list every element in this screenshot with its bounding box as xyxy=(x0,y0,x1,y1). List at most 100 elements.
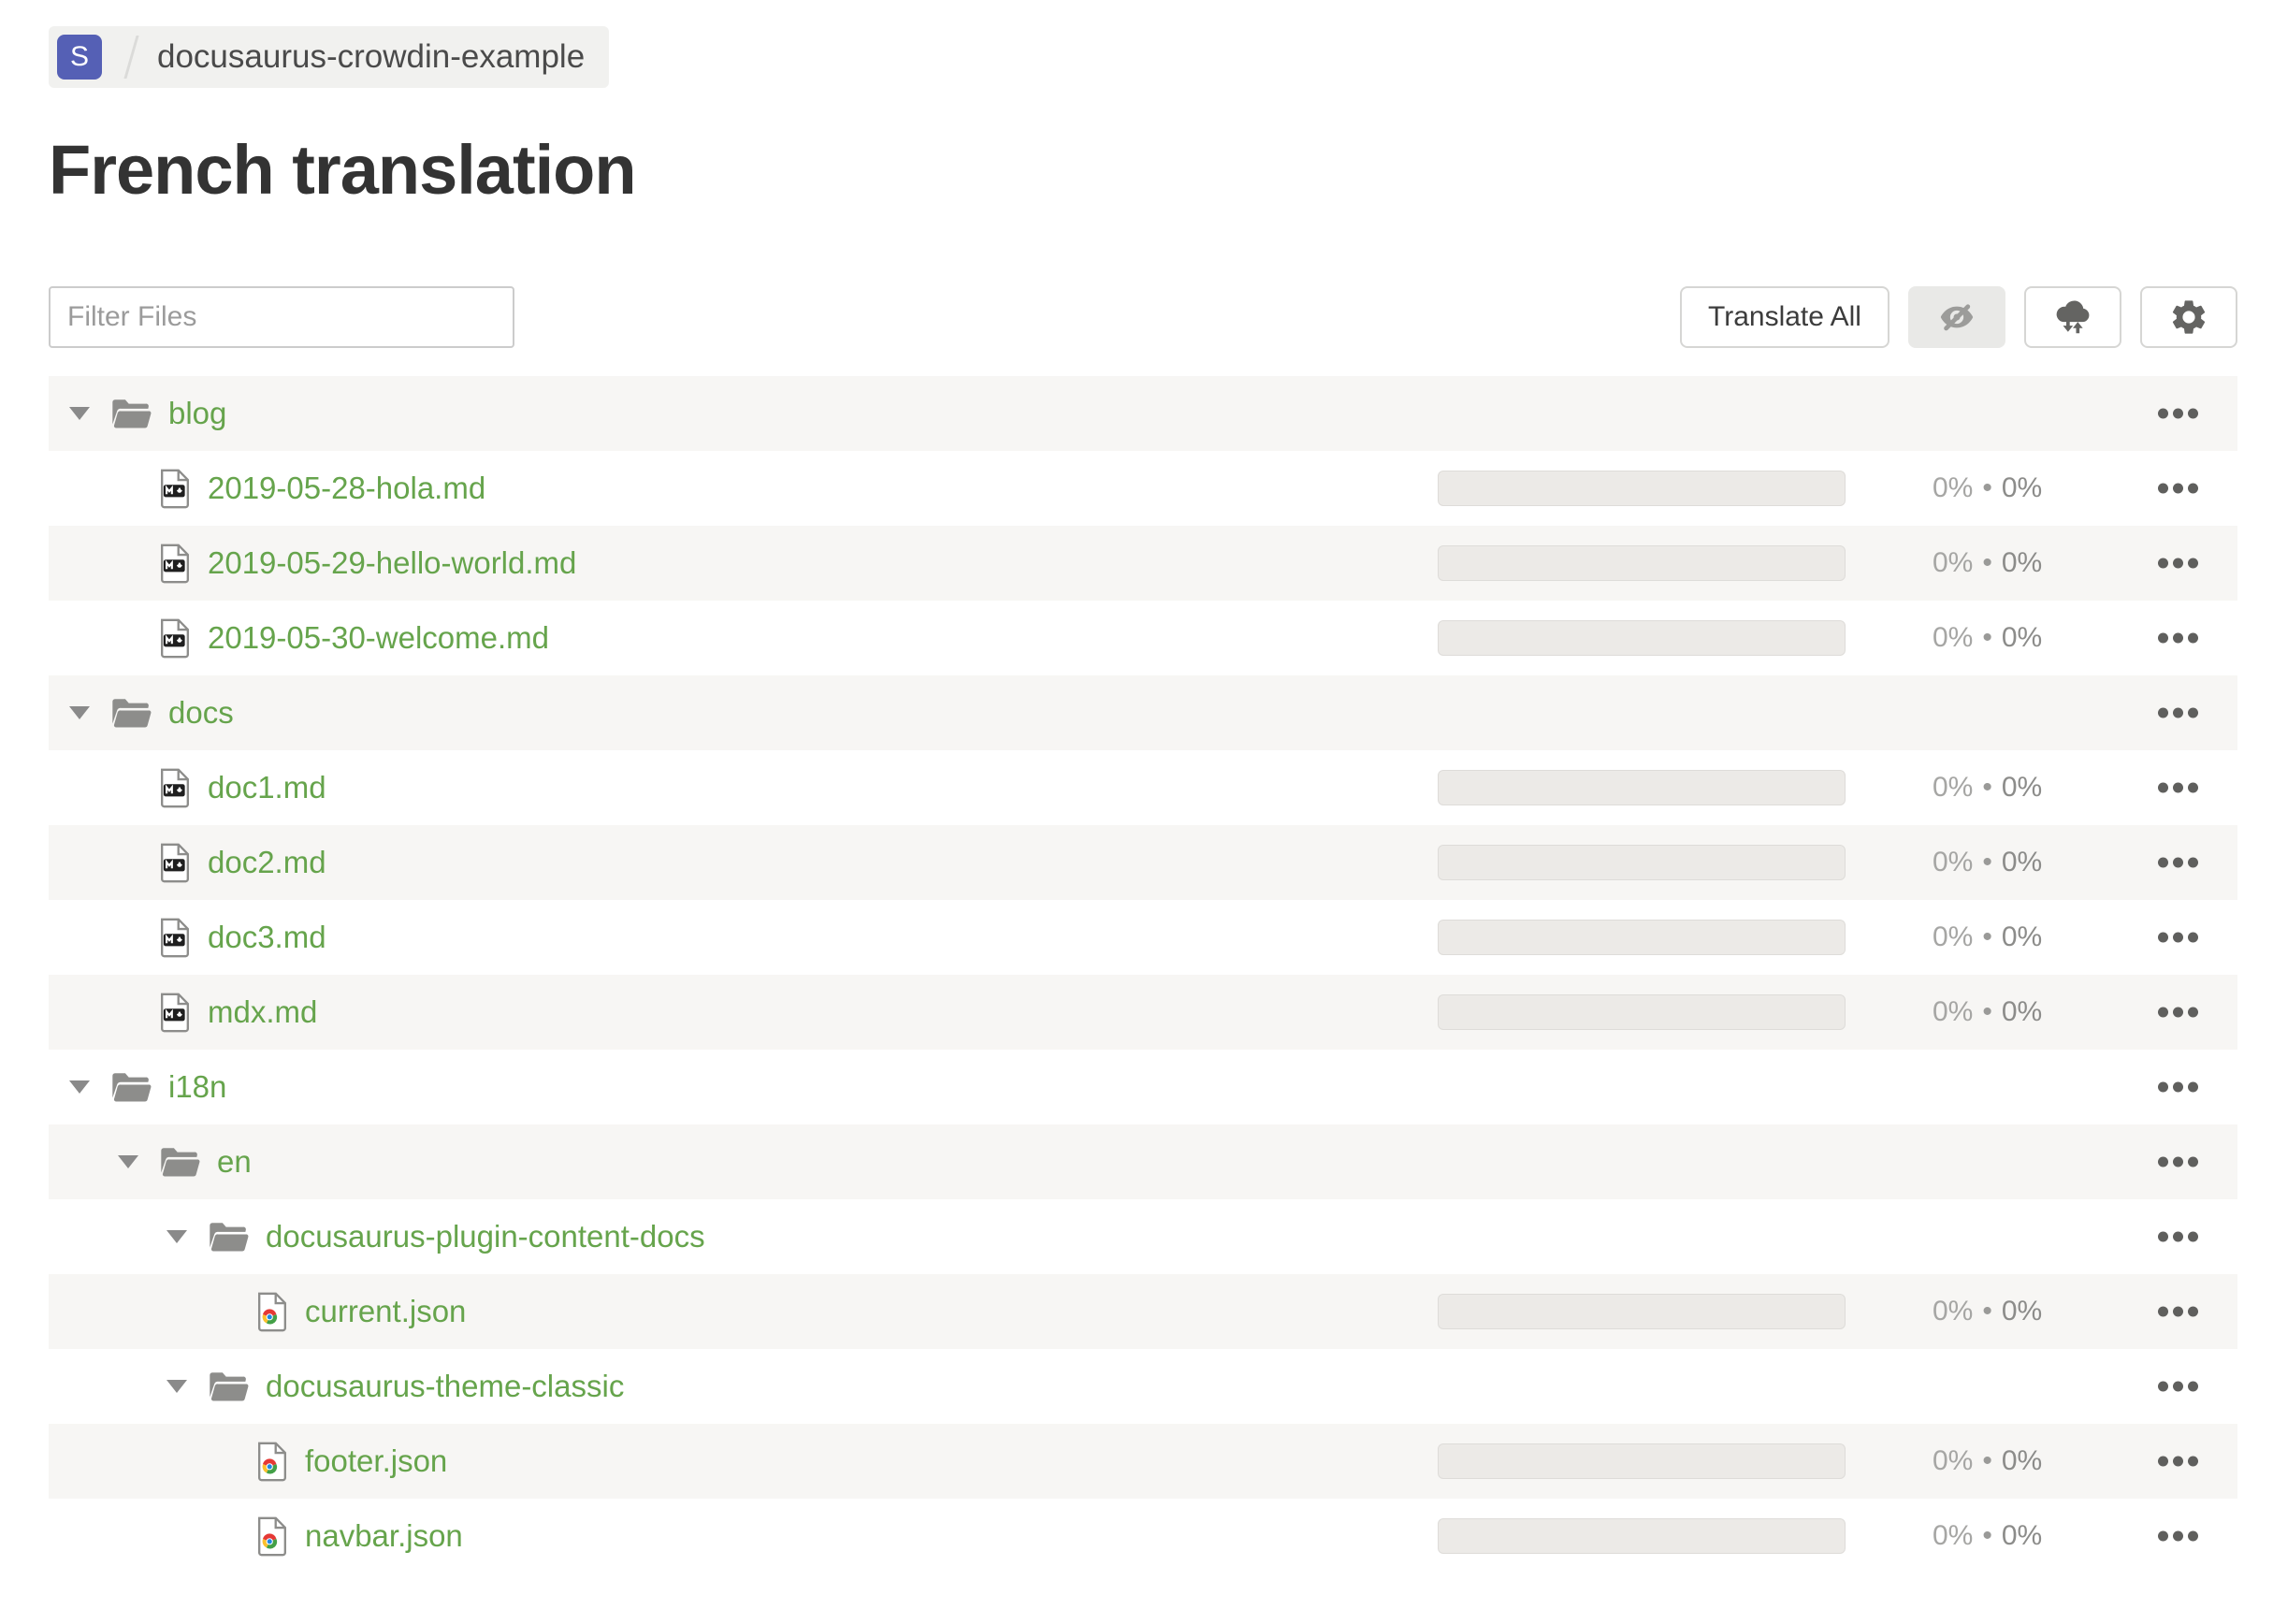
ellipsis-menu-icon[interactable] xyxy=(2158,703,2198,724)
ellipsis-menu-icon[interactable] xyxy=(2158,1451,2198,1472)
json-file-icon xyxy=(256,1516,288,1557)
tree-row-file[interactable]: current.json 0% • 0% xyxy=(49,1274,2237,1350)
ellipsis-menu-icon[interactable] xyxy=(2158,1301,2198,1323)
tree-row-folder[interactable]: blog xyxy=(49,376,2237,452)
tree-row-folder[interactable]: docusaurus-plugin-content-docs xyxy=(49,1199,2237,1274)
file-name-link[interactable]: navbar.json xyxy=(305,1518,463,1554)
progress-bar xyxy=(1438,994,1846,1031)
progress-bar xyxy=(1438,1443,1846,1480)
triangle-down-icon[interactable] xyxy=(166,1230,187,1244)
eye-off-icon xyxy=(1936,297,1977,338)
markdown-file-icon xyxy=(159,843,191,883)
tree-row-folder[interactable]: docs xyxy=(49,675,2237,751)
approved-percent: 0% xyxy=(2001,847,2043,878)
tree-row-file[interactable]: navbar.json 0% • 0% xyxy=(49,1499,2237,1573)
markdown-file-icon xyxy=(159,469,191,509)
tree-row-file[interactable]: footer.json 0% • 0% xyxy=(49,1424,2237,1500)
file-name-link[interactable]: 2019-05-28-hola.md xyxy=(208,471,485,506)
percent-separator: • xyxy=(1982,921,1992,953)
tree-row-folder[interactable]: i18n xyxy=(49,1050,2237,1124)
file-name-link[interactable]: doc2.md xyxy=(208,845,326,880)
breadcrumb: S docusaurus-crowdin-example xyxy=(49,26,610,88)
file-name-link[interactable]: mdx.md xyxy=(208,994,317,1030)
file-name-link[interactable]: doc1.md xyxy=(208,770,326,805)
folder-name-link[interactable]: i18n xyxy=(168,1069,226,1105)
file-name-link[interactable]: doc3.md xyxy=(208,920,326,955)
ellipsis-menu-icon[interactable] xyxy=(2158,1226,2198,1248)
approved-percent: 0% xyxy=(2001,772,2043,804)
ellipsis-menu-icon[interactable] xyxy=(2158,1002,2198,1023)
tree-row-file[interactable]: 2019-05-30-welcome.md 0% • 0% xyxy=(49,601,2237,675)
folder-name-link[interactable]: en xyxy=(217,1144,252,1180)
ellipsis-menu-icon[interactable] xyxy=(2158,852,2198,874)
folder-icon xyxy=(110,697,152,730)
breadcrumb-separator-icon xyxy=(123,36,139,79)
tree-row-file[interactable]: doc1.md 0% • 0% xyxy=(49,750,2237,825)
progress-percentages: 0% • 0% xyxy=(1933,547,2042,579)
progress-bar xyxy=(1438,845,1846,881)
file-name-link[interactable]: 2019-05-30-welcome.md xyxy=(208,620,549,656)
percent-separator: • xyxy=(1982,547,1992,579)
approved-percent: 0% xyxy=(2001,472,2043,504)
sync-files-button[interactable] xyxy=(2024,286,2121,349)
ellipsis-menu-icon[interactable] xyxy=(2158,1077,2198,1098)
json-file-icon xyxy=(256,1442,288,1482)
translated-percent: 0% xyxy=(1933,847,1974,878)
progress-bar xyxy=(1438,920,1846,956)
triangle-down-icon[interactable] xyxy=(69,1080,90,1095)
translated-percent: 0% xyxy=(1933,547,1974,579)
settings-button[interactable] xyxy=(2140,286,2237,349)
markdown-file-icon xyxy=(159,993,191,1033)
percent-separator: • xyxy=(1982,622,1992,654)
gear-icon xyxy=(2168,297,2209,338)
approved-percent: 0% xyxy=(2001,996,2043,1028)
ellipsis-menu-icon[interactable] xyxy=(2158,478,2198,500)
project-files-page: S docusaurus-crowdin-example French tran… xyxy=(0,0,2273,1573)
file-name-link[interactable]: footer.json xyxy=(305,1443,447,1479)
translate-all-button[interactable]: Translate All xyxy=(1680,286,1889,349)
ellipsis-menu-icon[interactable] xyxy=(2158,1152,2198,1173)
tree-row-file[interactable]: 2019-05-28-hola.md 0% • 0% xyxy=(49,451,2237,526)
translated-percent: 0% xyxy=(1933,472,1974,504)
file-name-link[interactable]: current.json xyxy=(305,1294,466,1329)
ellipsis-menu-icon[interactable] xyxy=(2158,403,2198,425)
triangle-down-icon[interactable] xyxy=(118,1155,138,1169)
tree-row-file[interactable]: mdx.md 0% • 0% xyxy=(49,975,2237,1051)
workspace-logo[interactable]: S xyxy=(57,35,102,80)
folder-name-link[interactable]: docusaurus-theme-classic xyxy=(266,1369,624,1404)
folder-name-link[interactable]: docs xyxy=(168,695,234,731)
file-tree: blog 2019-05-28-hola.md 0% • 0% 2019-05-29… xyxy=(49,376,2237,1573)
tree-row-file[interactable]: 2019-05-29-hello-world.md 0% • 0% xyxy=(49,526,2237,602)
ellipsis-menu-icon[interactable] xyxy=(2158,1376,2198,1398)
folder-name-link[interactable]: docusaurus-plugin-content-docs xyxy=(266,1219,705,1254)
hide-completed-toggle-button[interactable] xyxy=(1908,286,2005,349)
filter-files-input[interactable] xyxy=(49,286,514,349)
tree-row-folder[interactable]: docusaurus-theme-classic xyxy=(49,1349,2237,1424)
approved-percent: 0% xyxy=(2001,1520,2043,1552)
progress-bar xyxy=(1438,545,1846,582)
triangle-down-icon[interactable] xyxy=(69,706,90,720)
progress-percentages: 0% • 0% xyxy=(1933,921,2042,953)
page-title: French translation xyxy=(49,131,637,209)
progress-bar xyxy=(1438,620,1846,657)
triangle-down-icon[interactable] xyxy=(166,1380,187,1394)
triangle-down-icon[interactable] xyxy=(69,407,90,421)
file-name-link[interactable]: 2019-05-29-hello-world.md xyxy=(208,545,576,581)
ellipsis-menu-icon[interactable] xyxy=(2158,553,2198,574)
tree-row-file[interactable]: doc2.md 0% • 0% xyxy=(49,825,2237,901)
ellipsis-menu-icon[interactable] xyxy=(2158,1526,2198,1547)
folder-icon xyxy=(208,1221,249,1254)
tree-row-file[interactable]: doc3.md 0% • 0% xyxy=(49,900,2237,975)
folder-name-link[interactable]: blog xyxy=(168,396,226,431)
tree-row-folder[interactable]: en xyxy=(49,1124,2237,1200)
progress-bar xyxy=(1438,770,1846,806)
breadcrumb-project-name[interactable]: docusaurus-crowdin-example xyxy=(157,38,585,76)
progress-bar xyxy=(1438,1518,1846,1555)
ellipsis-menu-icon[interactable] xyxy=(2158,628,2198,649)
ellipsis-menu-icon[interactable] xyxy=(2158,777,2198,799)
ellipsis-menu-icon[interactable] xyxy=(2158,927,2198,949)
percent-separator: • xyxy=(1982,996,1992,1028)
translated-percent: 0% xyxy=(1933,1445,1974,1477)
markdown-file-icon xyxy=(159,544,191,584)
progress-percentages: 0% • 0% xyxy=(1933,472,2042,504)
